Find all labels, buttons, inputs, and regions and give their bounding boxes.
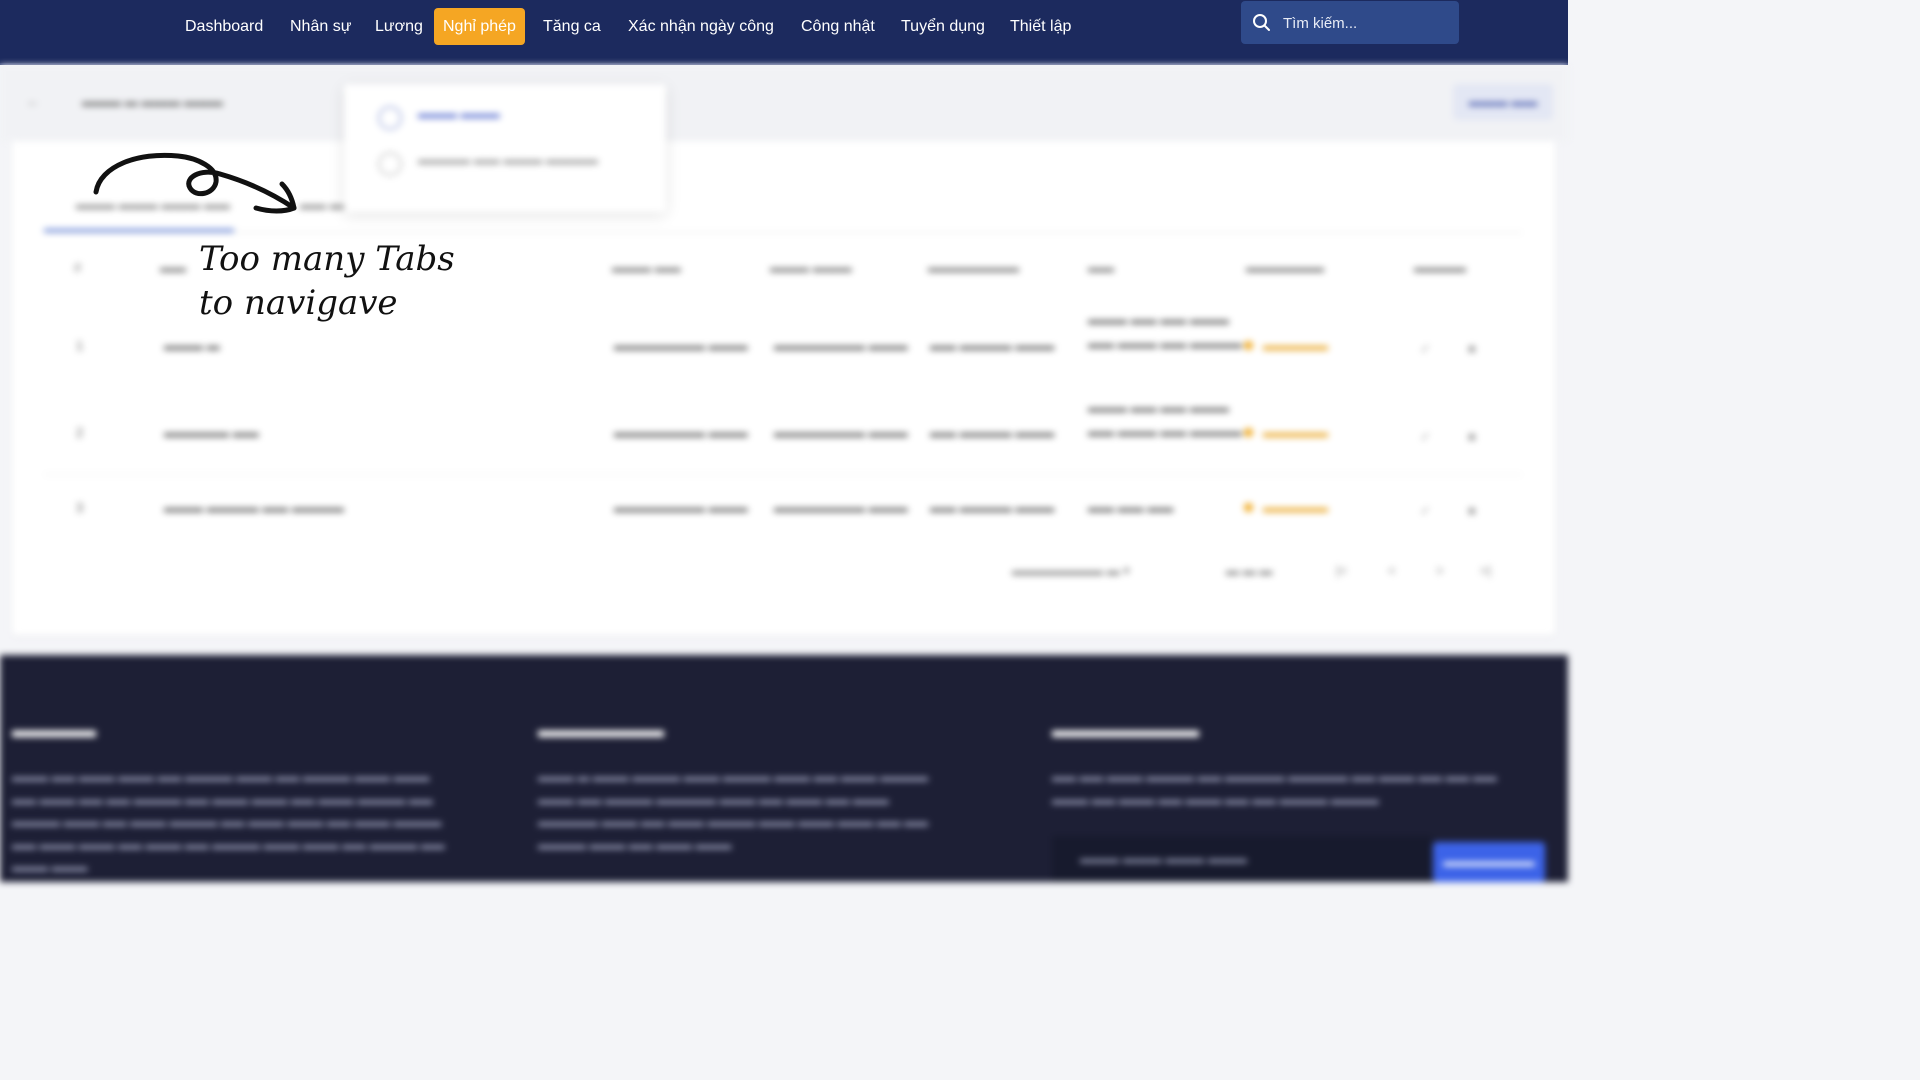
nav-item-nghi-phep[interactable]: Nghỉ phép xyxy=(434,8,525,45)
nav-item-xac-nhan-ngay-cong[interactable]: Xác nhận ngày công xyxy=(628,8,774,45)
table-row-index: 2 xyxy=(76,425,84,440)
table-cell-name: ▬▬▬ ▬ xyxy=(164,338,220,353)
approve-icon[interactable]: ✓ xyxy=(1420,341,1431,357)
nav-item-cong-nhat[interactable]: Công nhật xyxy=(801,8,875,45)
approve-icon[interactable]: ✓ xyxy=(1420,503,1431,519)
annotation-line-2: to navigave xyxy=(199,283,398,323)
search-box[interactable] xyxy=(1241,1,1459,46)
nav-item-luong[interactable]: Lương xyxy=(375,8,423,45)
nav-item-tang-ca[interactable]: Tăng ca xyxy=(543,8,601,45)
table-cell-start: ▬▬▬▬▬▬▬ ▬▬▬ xyxy=(614,425,748,440)
tab-divider xyxy=(44,232,1522,233)
status-badge: ▬▬▬▬▬ xyxy=(1244,338,1328,353)
column-header-status: ▬▬▬▬▬▬ xyxy=(1246,260,1324,275)
back-arrow-icon[interactable]: ← xyxy=(26,93,40,109)
nav-item-nhan-su[interactable]: Nhân sự xyxy=(290,8,351,45)
table-cell-start: ▬▬▬▬▬▬▬ ▬▬▬ xyxy=(614,338,748,353)
table-cell-name: ▬▬▬ ▬▬▬▬ ▬▬ ▬▬▬▬ xyxy=(164,500,344,515)
column-header-duration: ▬▬▬▬▬▬▬ xyxy=(928,260,1019,275)
dropdown-item-leave[interactable]: ▬▬▬ ▬▬▬ xyxy=(418,106,500,121)
approve-icon[interactable]: ✓ xyxy=(1420,429,1431,445)
delete-icon[interactable]: ■ xyxy=(1468,503,1476,518)
sub-header xyxy=(0,65,1568,141)
column-header-name: ▬▬ xyxy=(160,260,186,275)
status-badge: ▬▬▬▬▬ xyxy=(1244,500,1328,515)
subscribe-email-input[interactable]: ▬▬▬ ▬▬▬ ▬▬▬ ▬▬▬ xyxy=(1052,836,1432,882)
add-new-button[interactable]: ▬▬▬ ▬▬ xyxy=(1453,84,1553,120)
footer-subscribe-heading: ▬▬▬▬▬▬▬ xyxy=(1052,719,1199,742)
table-cell-end: ▬▬▬▬▬▬▬ ▬▬▬ xyxy=(774,425,908,440)
annotation-note: Too many Tabs to navigave xyxy=(199,237,455,325)
column-header-end: ▬▬▬ ▬▬▬ xyxy=(770,260,852,275)
history-icon xyxy=(378,152,402,176)
breadcrumb: ▬▬▬ ▬ ▬▬▬ ▬▬▬ xyxy=(82,94,223,109)
annotation-arrow-icon xyxy=(93,152,297,214)
last-page-icon[interactable]: >| xyxy=(1480,563,1491,578)
table-cell-duration: ▬▬ ▬▬▬▬ ▬▬▬ xyxy=(930,500,1055,515)
table-cell-end: ▬▬▬▬▬▬▬ ▬▬▬ xyxy=(774,500,908,515)
nav-item-tuyen-dung[interactable]: Tuyển dụng xyxy=(901,8,985,45)
footer-contact-heading: ▬▬▬▬▬▬ xyxy=(538,719,664,742)
footer-subscribe-text: ▬▬ ▬▬ ▬▬▬ ▬▬▬▬ ▬▬ ▬▬▬▬▬ ▬▬▬▬▬ ▬▬ ▬▬▬ ▬▬ … xyxy=(1052,770,1497,807)
search-icon xyxy=(1253,14,1270,31)
table-cell-duration: ▬▬ ▬▬▬▬ ▬▬▬ xyxy=(930,338,1055,353)
next-page-icon[interactable]: > xyxy=(1436,563,1444,578)
rows-per-page[interactable]: ▬▬▬▬▬▬▬ ▬ ▾ xyxy=(1012,563,1130,579)
delete-icon[interactable]: ■ xyxy=(1468,429,1476,444)
table-cell-reason: ▬▬▬ ▬▬ ▬▬ ▬▬▬ ▬▬ ▬▬▬ ▬▬ ▬▬▬▬ xyxy=(1088,400,1242,439)
table-cell-duration: ▬▬ ▬▬▬▬ ▬▬▬ xyxy=(930,425,1055,440)
column-header-reason: ▬▬ xyxy=(1088,260,1114,275)
column-header-index: # xyxy=(74,260,82,275)
pagination-range: ▬ ▬ ▬ xyxy=(1226,563,1273,578)
table-row-index: 3 xyxy=(76,500,84,515)
footer-contact-text: ▬▬▬ ▬ ▬▬▬ ▬▬▬▬ ▬▬▬ ▬▬▬▬ ▬▬▬ ▬▬ ▬▬▬ ▬▬▬▬ … xyxy=(538,770,929,852)
table-cell-reason: ▬▬ ▬▬ ▬▬ xyxy=(1088,500,1174,515)
nav-item-dashboard[interactable]: Dashboard xyxy=(185,8,263,45)
subscribe-button[interactable]: ▬▬▬▬▬▬▬ xyxy=(1433,842,1545,882)
annotation-line-1: Too many Tabs xyxy=(199,239,455,279)
leave-icon xyxy=(378,106,402,130)
table-row-index: 1 xyxy=(76,338,84,353)
search-input[interactable] xyxy=(1281,1,1455,46)
column-header-action: ▬▬▬▬ xyxy=(1414,260,1466,275)
first-page-icon[interactable]: |< xyxy=(1336,563,1347,578)
nav-item-thiet-lap[interactable]: Thiết lập xyxy=(1010,8,1071,45)
column-header-start: ▬▬▬ ▬▬ xyxy=(612,260,681,275)
top-navigation: Dashboard Nhân sự Lương Nghỉ phép Tăng c… xyxy=(0,0,1568,65)
table-cell-end: ▬▬▬▬▬▬▬ ▬▬▬ xyxy=(774,338,908,353)
dropdown-item-history[interactable]: ▬▬▬▬ ▬▬ ▬▬▬ ▬▬▬▬ xyxy=(418,152,598,167)
row-divider xyxy=(44,474,1522,475)
table-cell-start: ▬▬▬▬▬▬▬ ▬▬▬ xyxy=(614,500,748,515)
table-cell-reason: ▬▬▬ ▬▬ ▬▬ ▬▬▬ ▬▬ ▬▬▬ ▬▬ ▬▬▬▬ xyxy=(1088,312,1242,351)
table-cell-name: ▬▬▬▬▬ ▬▬ xyxy=(164,425,259,440)
footer-about-text: ▬▬▬ ▬▬ ▬▬▬ ▬▬▬ ▬▬ ▬▬▬▬ ▬▬▬ ▬▬ ▬▬▬▬ ▬▬▬ ▬… xyxy=(12,770,445,874)
delete-icon[interactable]: ■ xyxy=(1468,341,1476,356)
status-badge: ▬▬▬▬▬ xyxy=(1244,425,1328,440)
footer-about-heading: ▬▬▬▬ xyxy=(12,719,96,742)
leave-dropdown-menu: ▬▬▬ ▬▬▬ ▬▬▬▬ ▬▬ ▬▬▬ ▬▬▬▬ xyxy=(344,84,666,212)
prev-page-icon[interactable]: < xyxy=(1388,563,1396,578)
